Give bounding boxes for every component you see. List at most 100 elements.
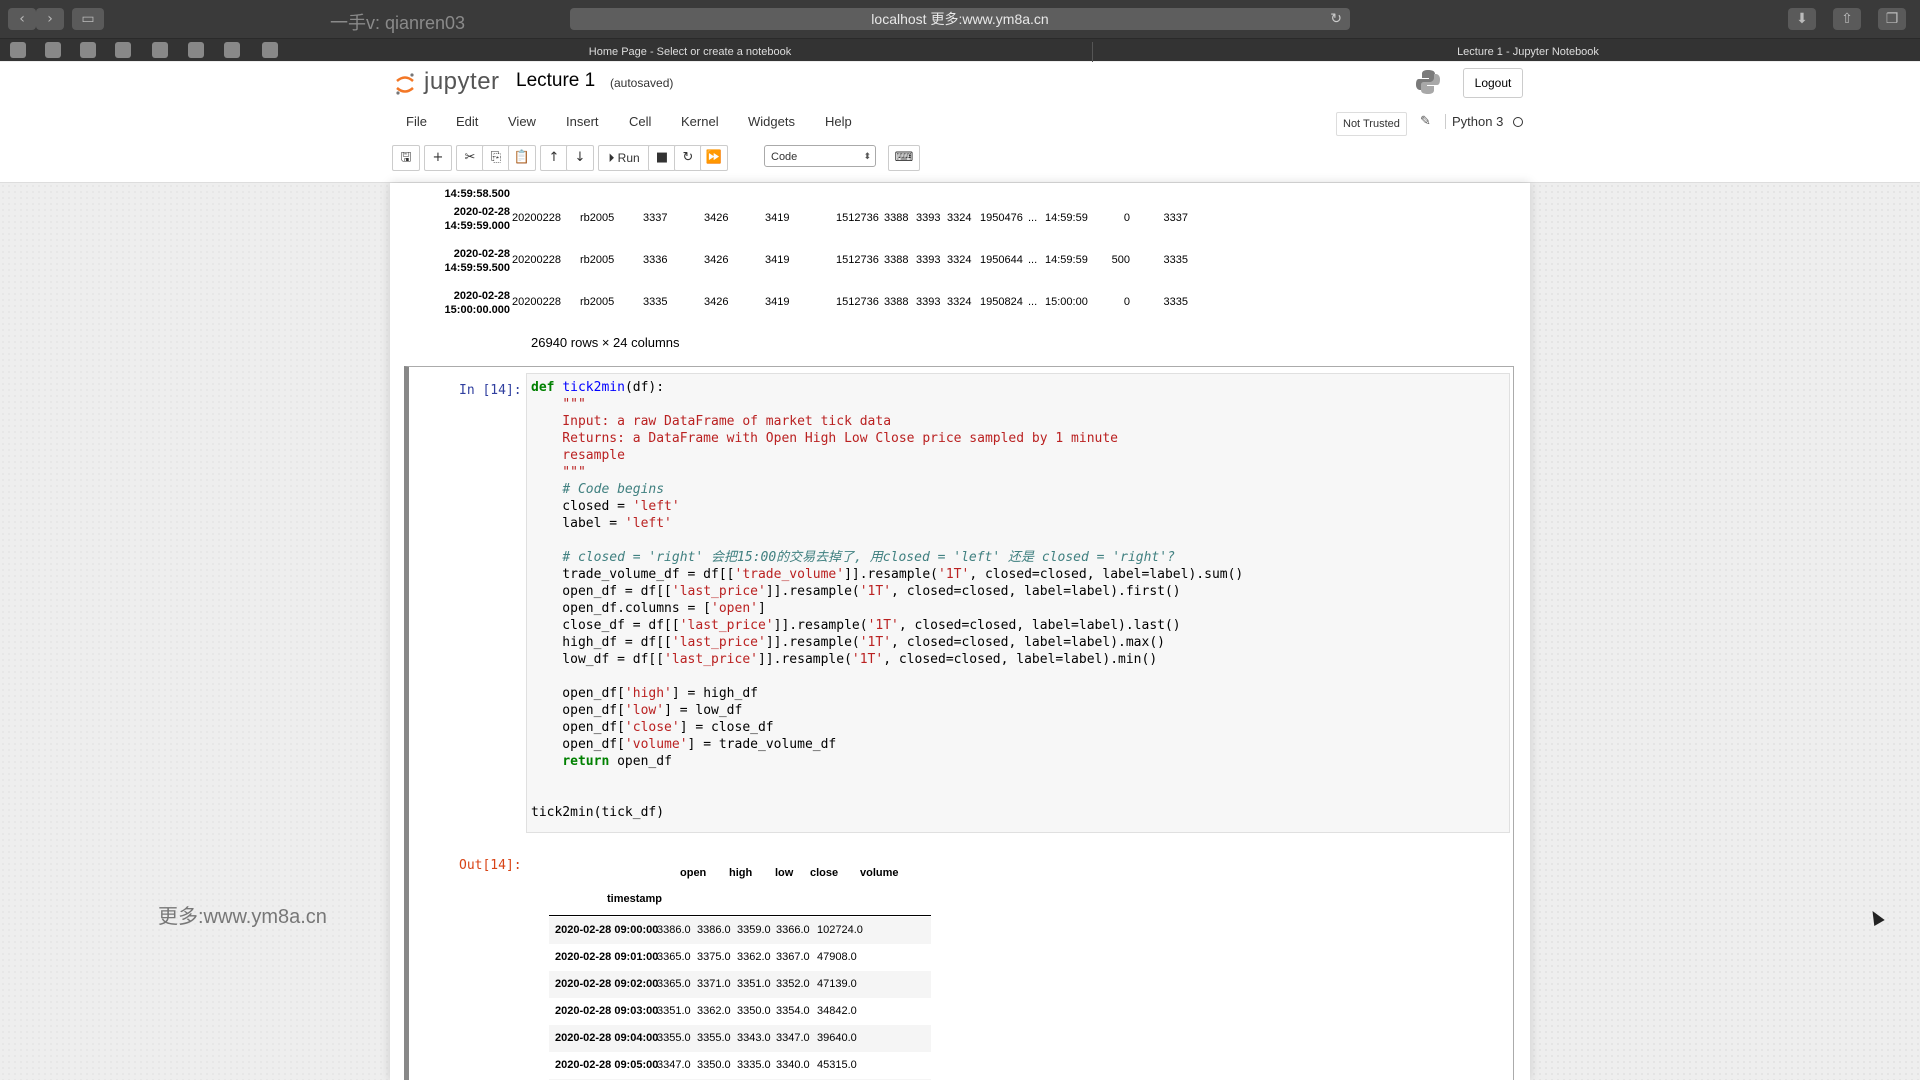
table-cell: 3426: [704, 212, 729, 224]
row-close: 3367.0: [776, 951, 810, 963]
download-icon[interactable]: ⬇: [1788, 8, 1816, 30]
table-cell: 3393: [916, 296, 941, 308]
table-index: 14:59:59.500: [444, 262, 510, 274]
row-high: 3362.0: [697, 1005, 731, 1017]
row-close: 3340.0: [776, 1059, 810, 1071]
save-icon[interactable]: 🖫: [392, 145, 420, 171]
row-open: 3347.0: [657, 1059, 691, 1071]
row-open: 3351.0: [657, 1005, 691, 1017]
menu-insert[interactable]: Insert: [566, 114, 599, 129]
table-row: 2020-02-28 14:59:59.500 20200228 rb2005 3336…: [390, 247, 1530, 287]
row-close: 3347.0: [776, 1032, 810, 1044]
table-cell: 3337: [1163, 212, 1188, 224]
row-low: 3343.0: [737, 1032, 771, 1044]
table-index: 14:59:59.000: [444, 220, 510, 232]
row-timestamp: 2020-02-28 09:00:00: [555, 924, 659, 936]
table-row: 2020-02-28 14:59:59.000 20200228 rb2005 3337…: [390, 205, 1530, 245]
row-close: 3354.0: [776, 1005, 810, 1017]
table-cell: 3388: [884, 254, 909, 266]
row-timestamp: 2020-02-28 09:03:00: [555, 1005, 659, 1017]
restart-run-all-icon[interactable]: ⏩: [700, 145, 728, 171]
menu-help[interactable]: Help: [825, 114, 852, 129]
table-cell: 3419: [765, 254, 790, 266]
run-label: Run: [617, 151, 640, 165]
table-cell: 20200228: [512, 254, 561, 266]
tab-home-page[interactable]: Home Page - Select or create a notebook: [380, 42, 1000, 62]
share-icon[interactable]: ⇧: [1833, 8, 1861, 30]
notebook-container: 14:59:58.500 2020-02-28 14:59:59.000 20200…: [390, 183, 1530, 1080]
menu-widgets[interactable]: Widgets: [748, 114, 795, 129]
table-cell: ...: [1028, 296, 1038, 308]
row-timestamp: 2020-02-28 09:04:00: [555, 1032, 659, 1044]
menu-edit[interactable]: Edit: [456, 114, 478, 129]
user-label: 一手v: qianren03: [330, 13, 466, 33]
paste-icon[interactable]: 📋: [508, 145, 536, 171]
tab-lecture-1[interactable]: Lecture 1 - Jupyter Notebook: [1092, 42, 1920, 62]
table-cell: 1512736: [836, 254, 879, 266]
kernel-name: Python 3: [1445, 114, 1503, 129]
command-palette-icon[interactable]: ⌨: [888, 145, 920, 171]
row-volume: 39640.0: [817, 1032, 857, 1044]
restart-icon[interactable]: ↻: [674, 145, 702, 171]
watermark: 更多:www.ym8a.cn: [158, 906, 327, 928]
copy-icon[interactable]: ⎘: [482, 145, 510, 171]
column-header: open: [680, 867, 707, 879]
row-timestamp: 2020-02-28 09:02:00: [555, 978, 659, 990]
table-index: 2020-02-28: [453, 290, 510, 302]
table-cell: 3324: [947, 296, 972, 308]
trust-indicator[interactable]: Not Trusted: [1336, 112, 1407, 136]
cell-type-select[interactable]: Code ⬍: [764, 145, 876, 167]
table-index: 2020-02-28: [453, 248, 510, 260]
interrupt-icon[interactable]: ■: [648, 145, 676, 171]
back-icon[interactable]: ‹: [8, 8, 36, 30]
row-close: 3352.0: [776, 978, 810, 990]
column-header: high: [729, 867, 753, 879]
menu-cell[interactable]: Cell: [629, 114, 651, 129]
kernel-idle-icon: [1513, 117, 1523, 127]
table-cell: 3324: [947, 254, 972, 266]
table-cell: 15:00:00: [1045, 296, 1088, 308]
tab-bar: Home Page - Select or create a notebook …: [0, 42, 1920, 62]
table-cell: 3388: [884, 212, 909, 224]
table-index: 2020-02-28: [453, 206, 510, 218]
jupyter-logo-icon: [396, 73, 414, 95]
menu-view[interactable]: View: [508, 114, 536, 129]
row-open: 3355.0: [657, 1032, 691, 1044]
row-low: 3351.0: [737, 978, 771, 990]
table-cell: 3324: [947, 212, 972, 224]
run-icon: ⏵: [608, 151, 615, 165]
menu-kernel[interactable]: Kernel: [681, 114, 719, 129]
table-cell: 3335: [1163, 296, 1188, 308]
insert-cell-icon[interactable]: +: [424, 145, 452, 171]
table-cell: 1512736: [836, 212, 879, 224]
sidebar-toggle-icon[interactable]: ▭: [72, 8, 104, 30]
table-cell: 0: [1123, 296, 1130, 308]
dataframe-row: 2020-02-28 09:03:00 3351.0 3362.0 3350.0 335…: [549, 998, 931, 1025]
row-timestamp: 2020-02-28 09:05:00: [555, 1059, 659, 1071]
logout-button[interactable]: Logout: [1463, 68, 1523, 98]
table-row: 2020-02-28 15:00:00.000 20200228 rb2005 3335…: [390, 289, 1530, 329]
code-cell[interactable]: In [14]: def tick2min(df): """ Input: a …: [404, 366, 1514, 1080]
row-timestamp: 2020-02-28 09:01:00: [555, 951, 659, 963]
table-cell: 3426: [704, 296, 729, 308]
move-up-icon[interactable]: ↑: [540, 145, 568, 171]
move-down-icon[interactable]: ↓: [566, 145, 594, 171]
code-editor[interactable]: def tick2min(df): """ Input: a raw DataF…: [531, 379, 1243, 821]
row-open: 3386.0: [657, 924, 691, 936]
tabs-overview-icon[interactable]: ❐: [1878, 8, 1906, 30]
input-prompt: In [14]:: [459, 383, 522, 398]
table-cell: 3419: [765, 296, 790, 308]
table-cell: 3388: [884, 296, 909, 308]
reload-icon[interactable]: ↻: [1330, 8, 1342, 30]
menu-file[interactable]: File: [406, 114, 427, 129]
table-cell: 3393: [916, 212, 941, 224]
row-volume: 45315.0: [817, 1059, 857, 1071]
row-open: 3365.0: [657, 978, 691, 990]
background-left: [0, 183, 388, 1080]
address-bar[interactable]: localhost 更多:www.ym8a.cn ↻: [570, 8, 1350, 30]
cut-icon[interactable]: ✂: [456, 145, 484, 171]
row-low: 3359.0: [737, 924, 771, 936]
forward-icon[interactable]: ›: [36, 8, 64, 30]
notebook-name[interactable]: Lecture 1: [516, 70, 595, 92]
run-button[interactable]: ⏵ Run: [598, 145, 650, 171]
